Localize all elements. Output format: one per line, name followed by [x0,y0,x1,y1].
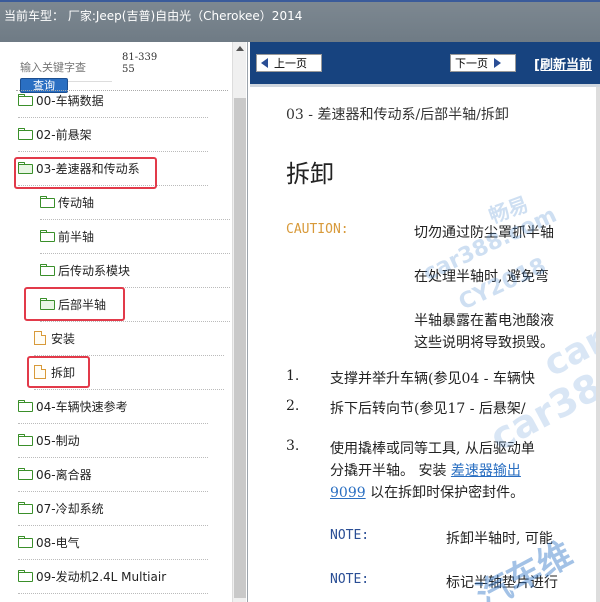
prev-page-button[interactable]: 上一页 [256,54,322,72]
caution-line-1: 切勿通过防尘罩抓半轴 [414,225,554,241]
caution-line-3: 半轴暴露在蓄电池酸液 [414,313,554,329]
search-area: 查询 81-33955 [16,52,236,93]
folder-icon [40,230,55,242]
tree-item[interactable]: 安装 [34,326,224,356]
tree-item-label: 安装 [51,331,76,346]
tree-item[interactable]: 前半轴 [40,224,230,254]
folder-icon [18,434,33,446]
tree-row-divider [18,457,208,458]
highlight-box-removal [27,356,90,388]
tree-item-label: 08-电气 [36,535,80,550]
tree-scroll-thumb[interactable] [234,98,246,598]
next-page-label: 下一页 [455,57,488,70]
tree-item-label: 06-离合器 [36,467,92,482]
step-2-text: 拆下后转向节(参见17 - 后悬架/ [330,401,526,417]
navbar-divider [250,84,600,87]
tree-item[interactable]: 05-制动 [18,428,208,458]
note-1-label: NOTE: [330,528,370,543]
tree-row-divider [40,321,230,322]
folder-icon [18,94,33,106]
tree-row-divider [18,525,208,526]
next-page-button[interactable]: 下一页 [450,54,516,72]
folder-icon [18,400,33,412]
folder-icon [18,468,33,480]
tree-item-label: 02-前悬架 [36,127,92,142]
caution-label: CAUTION: [286,222,349,237]
tree-item-label: 05-制动 [36,433,80,448]
tree-item[interactable]: 06-离合器 [18,462,208,492]
highlight-box-rear-halfshaft [24,287,125,321]
step-3-text-d: 以在拆卸时保护密封件。 [365,485,525,501]
tree-item-label: 后传动系模块 [58,263,131,278]
folder-icon [18,128,33,140]
arrow-left-icon [261,58,268,68]
tree-item-label: 前半轴 [58,229,95,244]
navigation-tree-pane: 查询 81-33955 00-车辆数据02-前悬架03-差速器和传动系传动轴前半… [0,42,248,602]
step-3-text-a: 使用撬棒或同等工具, 从后驱动单 [330,441,535,457]
tree-row-divider [40,253,230,254]
differential-output-link[interactable]: 差速器输出 [451,463,521,479]
tree-row-divider [18,151,208,152]
tree-row-divider [40,219,230,220]
document-pane: 上一页 下一页 [刷新当前 03 - 差速器和传动系/后部半轴/拆卸 拆卸 CA… [250,42,600,602]
tree-item[interactable]: 02-前悬架 [18,122,208,152]
tree-item[interactable]: 07-冷却系统 [18,496,208,526]
tree-scrollbar[interactable] [232,42,246,602]
current-model-label: 当前车型： 厂家:Jeep(吉普)自由光（Cherokee）2014 [4,9,303,23]
note-2-label: NOTE: [330,572,370,587]
arrow-right-icon [494,58,501,68]
tree-item[interactable]: 04-车辆快速参考 [18,394,208,424]
document-scrollbar[interactable] [596,87,600,602]
step-3-text-b: 分撬开半轴。 安装 [330,463,451,479]
folder-icon [18,536,33,548]
tree-item-label: 07-冷却系统 [36,501,104,516]
tree-item[interactable]: 传动轴 [40,190,230,220]
scroll-up-icon[interactable] [236,46,244,51]
document-icon [34,331,46,345]
tree-item-label: 00-车辆数据 [36,93,104,108]
tree-item[interactable]: 00-车辆数据 [18,88,208,118]
highlight-box-03 [14,157,157,189]
document-heading: 拆卸 [286,160,334,188]
folder-icon [18,570,33,582]
document-navbar: 上一页 下一页 [刷新当前 [250,42,600,84]
record-count: 81-33955 [122,52,158,75]
tree-item-label: 09-发动机2.4L Multiair [36,569,167,584]
step-3-number: 3. [286,438,300,454]
folder-icon [40,196,55,208]
title-bar: 当前车型： 厂家:Jeep(吉普)自由光（Cherokee）2014 [0,0,600,42]
tree-item[interactable]: 后传动系模块 [40,258,230,288]
tree-row-divider [18,491,208,492]
tool-9099-link[interactable]: 9099 [330,485,366,501]
tree-item[interactable]: 08-电气 [18,530,208,560]
tree-row-divider [18,423,208,424]
step-1-text: 支撑并举升车辆(参见04 - 车辆快 [330,371,535,387]
tree-item[interactable]: 09-发动机2.4L Multiair [18,564,208,594]
tree-item-label: 04-车辆快速参考 [36,399,128,414]
step-3-line-2: 分撬开半轴。 安装 差速器输出 [330,460,521,480]
caution-line-4: 这些说明将导致损毁。 [414,335,554,351]
step-1-number: 1. [286,368,300,384]
step-2-number: 2. [286,398,300,414]
prev-page-label: 上一页 [274,57,307,70]
refresh-link[interactable]: [刷新当前 [534,54,592,73]
folder-icon [40,264,55,276]
tree-item-label: 传动轴 [58,195,95,210]
note-1-text: 拆卸半轴时, 可能 [446,531,553,547]
step-3-line-3: 9099 以在拆卸时保护密封件。 [330,482,524,502]
tree-row-divider [18,593,208,594]
caution-line-2: 在处理半轴时, 避免弯 [414,269,549,285]
tree-row-divider [18,559,208,560]
tree-row-divider [34,389,224,390]
tree-row-divider [18,117,208,118]
note-2-text: 标记半轴垫片进行 [446,575,558,591]
folder-icon [18,502,33,514]
document-path: 03 - 差速器和传动系/后部半轴/拆卸 [286,107,509,123]
